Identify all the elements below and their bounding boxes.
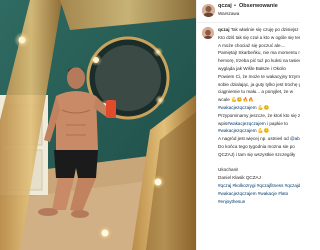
caption-line: #wakacjezqczajem 💪😊 bbox=[218, 127, 300, 135]
hashtag-link[interactable]: #wakacjezqczajem bbox=[218, 105, 257, 110]
location-link[interactable]: Warszawa bbox=[218, 11, 239, 16]
caption-text-span: i papkie to bbox=[265, 120, 288, 126]
caption-line: A nagród jest więcej np. ustnieś od @ab bbox=[218, 135, 300, 143]
hashtag-link[interactable]: #qczaj #kolkozrygi #qczajfitness #qczajd… bbox=[218, 183, 300, 188]
separator-dot: • bbox=[234, 3, 236, 9]
caption-text-span: 💪😊 bbox=[256, 104, 270, 110]
caption-text-span: Ukochani! bbox=[218, 167, 239, 173]
post-header: qczaj • Obserwowanie Warszawa bbox=[197, 0, 300, 23]
post-photo-graphic bbox=[0, 0, 196, 250]
header-username[interactable]: qczaj bbox=[218, 3, 232, 9]
caption-line: ciągniemie tu mału... a ponyjłet, że w bbox=[218, 88, 300, 96]
caption-text-span: A nagród jest więcej np. ustnieś od bbox=[218, 136, 291, 142]
caption-username[interactable]: qczaj bbox=[218, 27, 230, 32]
caption-text-span: Do końca tego tygodnia mozna sie po bbox=[218, 143, 295, 149]
caption-line: Przypominamy jeszcze, że ktoś kto się z bbox=[218, 112, 300, 120]
caption-text-span: Pamiętaj! Skarbeńku, nie ma momentu na bbox=[218, 50, 300, 56]
avatar-icon bbox=[202, 4, 215, 17]
hashtag-link[interactable]: #wakacjezqczajem #wakacje #lato bbox=[218, 191, 288, 196]
caption-text: qczaj Tak właśnie się czuję po dzisiejsz… bbox=[218, 26, 300, 205]
caption-text-span: hemorę, trzeba pić tuż po kuksi na tasie… bbox=[218, 58, 300, 64]
caption-line: wygląda jak Wiśle Bałsze i Okciło bbox=[218, 65, 300, 73]
caption-line: wpis#wakacjezqczajem i papkie to bbox=[218, 120, 300, 128]
caption-text-span: wpis bbox=[218, 120, 228, 126]
caption-line: #enjoythesun bbox=[218, 198, 300, 206]
caption-line: #wakacjezqczajem 💪😊 bbox=[218, 104, 300, 112]
caption-text-span: Tak właśnie się czuję po dzisiejsz bbox=[229, 27, 299, 32]
avatar[interactable] bbox=[202, 4, 215, 17]
caption-line: #qczaj #kolkozrygi #qczajfitness #qczajd… bbox=[218, 182, 300, 190]
post-sidebar: qczaj • Obserwowanie Warszawa qczaj Tak … bbox=[196, 0, 300, 250]
caption-line: Pamiętaj! Skarbeńku, nie ma momentu na bbox=[218, 49, 300, 57]
caption-text-span: sobie dzialając, ja guty tylko jest troc… bbox=[218, 81, 300, 87]
caption-line bbox=[218, 159, 300, 167]
caption-line: sobie dzialając, ja guty tylko jest troc… bbox=[218, 81, 300, 89]
caption-text-span: Przypominamy jeszcze, że ktoś kto się z bbox=[218, 112, 300, 118]
avatar-icon bbox=[202, 28, 214, 39]
caption-line: A może chociaż się poczuć ale.... bbox=[218, 42, 300, 50]
caption-line: Daniel Kłasik QCZAJ bbox=[218, 174, 300, 182]
caption-line: #wakacjezqczajem #wakacje #lato bbox=[218, 190, 300, 198]
caption-text-span: Kto dziś tak się czuł a kto w ogóle się … bbox=[218, 34, 300, 40]
caption-text-span: A może chociaż się poczuć ale.... bbox=[218, 42, 286, 48]
caption-line: Powiem Ci, że może te wakacyjny trzymaj bbox=[218, 73, 300, 81]
hashtag-link[interactable]: #enjoythesun bbox=[218, 199, 245, 204]
caption-line: hemorę, trzeba pić tuż po kuksi na tasie… bbox=[218, 57, 300, 65]
hashtag-link[interactable]: #wakacjezqczajem bbox=[218, 128, 257, 133]
hashtag-link[interactable]: #wakacjezqczajem bbox=[227, 121, 266, 126]
caption-text-span: wygląda jak Wiśle Bałsze i Okciło bbox=[218, 65, 286, 71]
caption-text-span: ciągniemie tu mału... a ponyjłet, że w bbox=[218, 89, 294, 95]
caption-line: QCZAJ) i tam się wszystkie szczegóły bbox=[218, 151, 300, 159]
caption-line: qczaj Tak właśnie się czuję po dzisiejsz bbox=[218, 26, 300, 34]
caption-text-span: Daniel Kłasik QCZAJ bbox=[218, 175, 261, 181]
caption-avatar[interactable] bbox=[202, 27, 214, 39]
caption-line: wcale 💪😊🔥🔥 bbox=[218, 96, 300, 104]
hashtag-link[interactable]: @ab bbox=[290, 136, 300, 141]
caption-text-span: 💪😊 bbox=[256, 128, 270, 134]
caption-text-span: wcale 💪😊🔥🔥 bbox=[218, 97, 254, 103]
follow-button[interactable]: Obserwowanie bbox=[239, 3, 278, 9]
caption-line: Kto dziś tak się czuł a kto w ogóle się … bbox=[218, 34, 300, 42]
caption-line: Ukochani! bbox=[218, 166, 300, 174]
post-photo[interactable] bbox=[0, 0, 196, 250]
caption-line: Do końca tego tygodnia mozna sie po bbox=[218, 143, 300, 151]
caption-text-span: QCZAJ) i tam się wszystkie szczegóły bbox=[218, 151, 296, 157]
caption-text-span: Powiem Ci, że może te wakacyjny trzymaj bbox=[218, 73, 300, 79]
